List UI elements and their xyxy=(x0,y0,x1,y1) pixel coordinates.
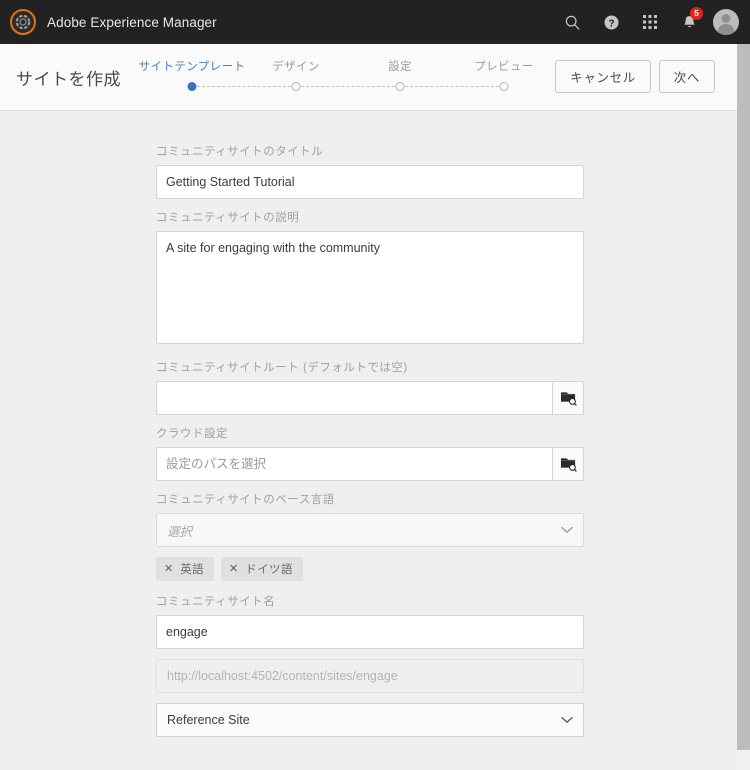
wizard-step-label-site-template[interactable]: サイトテンプレート xyxy=(139,58,246,74)
chevron-down-icon xyxy=(561,716,573,724)
label-community-site-root: コミュニティサイトルート (デフォルトでは空) xyxy=(156,362,408,374)
site-template-select[interactable]: Reference Site xyxy=(156,703,584,737)
field-community-site-title: コミュニティサイトのタイトル xyxy=(156,145,584,199)
base-language-select[interactable]: 選択 xyxy=(156,513,584,547)
adobe-experience-manager-logo-icon[interactable] xyxy=(10,9,36,35)
language-tag-label: ドイツ語 xyxy=(245,564,293,576)
page-header-bar: サイトを作成 サイトテンプレート デザイン 設定 プレビュー キャンセル 次へ xyxy=(0,44,737,110)
page-scrollbar[interactable] xyxy=(737,44,750,770)
wizard-labels: サイトテンプレート デザイン 設定 プレビュー xyxy=(139,58,534,77)
field-community-site-name: コミュニティサイト名 xyxy=(156,595,584,649)
wizard-step-dot-design[interactable] xyxy=(291,82,301,91)
community-site-root-row xyxy=(156,381,584,415)
folder-search-icon[interactable] xyxy=(552,381,584,415)
create-site-form: コミュニティサイトのタイトル コミュニティサイトの説明 コミュニティサイトルート… xyxy=(156,145,584,737)
wizard-connector-3 xyxy=(400,86,504,87)
field-community-site-description: コミュニティサイトの説明 xyxy=(156,211,584,349)
wizard-connector-2 xyxy=(296,86,400,87)
page-title: サイトを作成 xyxy=(16,69,121,89)
community-site-title-input[interactable] xyxy=(156,165,584,199)
community-site-name-input[interactable] xyxy=(156,615,584,649)
cloud-configuration-input[interactable] xyxy=(156,447,552,481)
wizard-step-dot-site-template[interactable] xyxy=(187,82,197,91)
form-content-area: コミュニティサイトのタイトル コミュニティサイトの説明 コミュニティサイトルート… xyxy=(0,110,737,770)
label-cloud-configuration: クラウド設定 xyxy=(156,428,228,440)
cloud-configuration-row xyxy=(156,447,584,481)
wizard-step-indicator: サイトテンプレート デザイン 設定 プレビュー xyxy=(139,58,534,93)
language-tag-label: 英語 xyxy=(180,564,205,576)
wizard-step-label-design[interactable]: デザイン xyxy=(272,58,320,74)
community-site-url-readonly: http://localhost:4502/content/sites/enga… xyxy=(156,659,584,693)
label-base-language: コミュニティサイトのベース言語 xyxy=(156,494,335,506)
wizard-connector-1 xyxy=(192,86,296,87)
header-action-buttons: キャンセル 次へ xyxy=(555,60,715,93)
rail-icon-group: ? 5 xyxy=(557,7,739,37)
app-title: Adobe Experience Manager xyxy=(47,14,217,30)
svg-text:?: ? xyxy=(608,18,614,29)
chevron-down-icon xyxy=(561,526,573,534)
avatar-head xyxy=(721,14,731,23)
wizard-step-label-preview[interactable]: プレビュー xyxy=(474,58,534,74)
next-button[interactable]: 次へ xyxy=(658,60,715,93)
wizard-step-label-settings[interactable]: 設定 xyxy=(388,58,412,74)
wizard-step-dot-settings[interactable] xyxy=(395,82,405,91)
notifications-bell-icon[interactable]: 5 xyxy=(674,7,704,37)
avatar[interactable] xyxy=(713,9,739,35)
field-base-language: コミュニティサイトのベース言語 選択 xyxy=(156,493,584,547)
wizard-track xyxy=(140,81,515,93)
selected-language-tags: ✕ 英語 ✕ ドイツ語 xyxy=(156,557,584,581)
avatar-body xyxy=(717,24,735,35)
search-icon[interactable] xyxy=(557,7,587,37)
label-community-site-description: コミュニティサイトの説明 xyxy=(156,212,300,224)
label-community-site-name: コミュニティサイト名 xyxy=(156,596,276,608)
label-community-site-title: コミュニティサイトのタイトル xyxy=(156,146,324,158)
close-icon[interactable]: ✕ xyxy=(164,563,173,575)
folder-search-icon[interactable] xyxy=(552,447,584,481)
solutions-grid-icon[interactable] xyxy=(635,7,665,37)
cancel-button[interactable]: キャンセル xyxy=(555,60,651,93)
page-scrollbar-thumb[interactable] xyxy=(737,44,750,750)
field-community-site-root: コミュニティサイトルート (デフォルトでは空) xyxy=(156,361,584,415)
top-navigation-rail: Adobe Experience Manager ? 5 xyxy=(0,0,750,44)
notification-badge-count: 5 xyxy=(690,7,703,20)
site-template-selected-value: Reference Site xyxy=(167,713,250,727)
language-tag-english[interactable]: ✕ 英語 xyxy=(156,557,215,581)
community-site-description-textarea[interactable] xyxy=(156,231,584,344)
field-cloud-configuration: クラウド設定 xyxy=(156,427,584,481)
language-tag-german[interactable]: ✕ ドイツ語 xyxy=(221,557,303,581)
base-language-selected-value: 選択 xyxy=(167,524,193,539)
community-site-root-input[interactable] xyxy=(156,381,552,415)
close-icon[interactable]: ✕ xyxy=(229,563,238,575)
wizard-step-dot-preview[interactable] xyxy=(499,82,509,91)
help-icon[interactable]: ? xyxy=(596,7,626,37)
